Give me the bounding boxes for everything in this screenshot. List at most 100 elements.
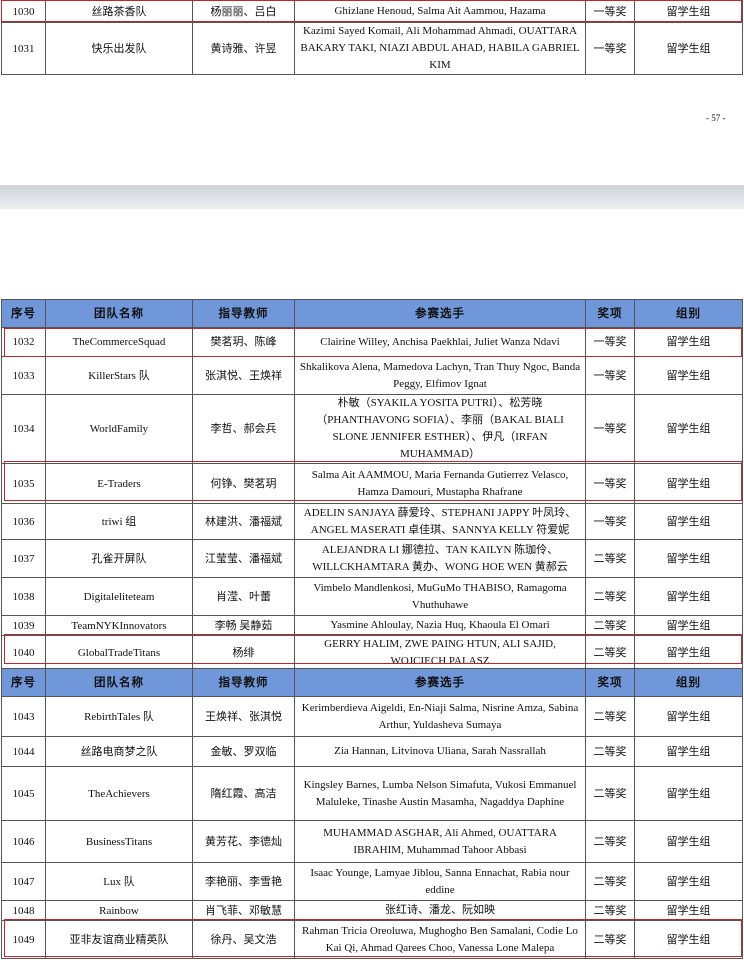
cell-award: 二等奖 — [585, 820, 635, 863]
cell-no: 1031 — [1, 22, 46, 75]
cell-award: 一等奖 — [585, 356, 635, 395]
table-row: 1049 亚非友谊商业精英队 徐丹、吴文浩 Rahman Tricia Oreo… — [1, 920, 743, 959]
cell-team: 快乐出发队 — [45, 22, 193, 75]
cell-group: 留学生组 — [634, 615, 743, 636]
cell-group: 留学生组 — [634, 696, 743, 737]
cell-award: 二等奖 — [585, 635, 635, 671]
cell-group: 留学生组 — [634, 736, 743, 767]
cell-no: 1047 — [1, 862, 46, 901]
cell-team: Lux 队 — [45, 862, 193, 901]
cell-group: 留学生组 — [634, 900, 743, 921]
cell-team: TheAchievers — [45, 766, 193, 821]
cell-group: 留学生组 — [634, 635, 743, 671]
cell-advisor: 樊茗玥、陈峰 — [192, 327, 295, 357]
cell-no: 1034 — [1, 394, 46, 464]
header-members: 参赛选手 — [294, 668, 586, 697]
cell-no: 1033 — [1, 356, 46, 395]
cell-no: 1040 — [1, 635, 46, 671]
cell-no: 1044 — [1, 736, 46, 767]
cell-group: 留学生组 — [634, 920, 743, 959]
table-header-row: 序号 团队名称 指导教师 参赛选手 奖项 组别 — [1, 299, 743, 328]
cell-advisor: 李艳丽、李雪艳 — [192, 862, 295, 901]
table-row: 1035 E-Traders 何铮、樊茗玥 Salma Ait AAMMOU, … — [1, 463, 743, 504]
table-row: 1031 快乐出发队 黄诗雅、许昱 Kazimi Sayed Komail, A… — [1, 22, 743, 75]
cell-members: MUHAMMAD ASGHAR, Ali Ahmed, OUATTARA IBR… — [294, 820, 586, 863]
header-group: 组别 — [634, 668, 743, 697]
header-team: 团队名称 — [45, 299, 193, 328]
header-members: 参赛选手 — [294, 299, 586, 328]
table-row: 1036 triwi 组 林建洪、潘福斌 ADELIN SANJAYA 薛爱玲、… — [1, 503, 743, 540]
table-row: 1037 孔雀开屏队 江莹莹、潘福斌 ALEJANDRA LI 娜德拉、TAN … — [1, 539, 743, 578]
cell-group: 留学生组 — [634, 539, 743, 578]
cell-no: 1045 — [1, 766, 46, 821]
header-team: 团队名称 — [45, 668, 193, 697]
cell-award: 一等奖 — [585, 327, 635, 357]
cell-team: 丝路电商梦之队 — [45, 736, 193, 767]
cell-advisor: 江莹莹、潘福斌 — [192, 539, 295, 578]
cell-award: 一等奖 — [585, 394, 635, 464]
cell-members: 朴敏（SYAKILA YOSITA PUTRI）、松芳晓（PHANTHAVONG… — [294, 394, 586, 464]
table-header-row: 序号 团队名称 指导教师 参赛选手 奖项 组别 — [1, 668, 743, 697]
cell-members: Isaac Younge, Lamyae Jiblou, Sanna Ennac… — [294, 862, 586, 901]
header-advisor: 指导教师 — [192, 299, 295, 328]
cell-members: Vimbelo Mandlenkosi, MuGuMo THABISO, Ram… — [294, 577, 586, 616]
table-row: 1045 TheAchievers 隋红霞、高洁 Kingsley Barnes… — [1, 766, 743, 821]
cell-team: Digitaleliteteam — [45, 577, 193, 616]
cell-advisor: 肖滢、叶蕾 — [192, 577, 295, 616]
cell-no: 1039 — [1, 615, 46, 636]
awards-table-bottom: 序号 团队名称 指导教师 参赛选手 奖项 组别 1043 RebirthTale… — [1, 668, 743, 959]
cell-award: 二等奖 — [585, 577, 635, 616]
page-gap — [0, 185, 744, 209]
cell-no: 1030 — [1, 0, 46, 23]
header-group: 组别 — [634, 299, 743, 328]
cell-members: Clairine Willey, Anchisa Paekhlai, Julie… — [294, 327, 586, 357]
cell-advisor: 李畅 吴静茹 — [192, 615, 295, 636]
cell-advisor: 林建洪、潘福斌 — [192, 503, 295, 540]
cell-team: TheCommerceSquad — [45, 327, 193, 357]
cell-award: 二等奖 — [585, 766, 635, 821]
cell-no: 1037 — [1, 539, 46, 578]
cell-members: Zia Hannan, Litvinova Uliana, Sarah Nass… — [294, 736, 586, 767]
header-award: 奖项 — [585, 299, 635, 328]
header-advisor: 指导教师 — [192, 668, 295, 697]
cell-team: 丝路茶香队 — [45, 0, 193, 23]
cell-group: 留学生组 — [634, 862, 743, 901]
cell-group: 留学生组 — [634, 577, 743, 616]
table-row: 1046 BusinessTitans 黄芳花、李德灿 MUHAMMAD ASG… — [1, 820, 743, 863]
cell-award: 二等奖 — [585, 862, 635, 901]
cell-advisor: 何铮、樊茗玥 — [192, 463, 295, 504]
cell-team: 孔雀开屏队 — [45, 539, 193, 578]
cell-group: 留学生组 — [634, 327, 743, 357]
cell-no: 1036 — [1, 503, 46, 540]
header-no: 序号 — [1, 668, 46, 697]
awards-table-middle: 序号 团队名称 指导教师 参赛选手 奖项 组别 1032 TheCommerce… — [1, 299, 743, 671]
cell-award: 二等奖 — [585, 615, 635, 636]
cell-members: Kerimberdieva Aigeldi, En-Niaji Salma, N… — [294, 696, 586, 737]
cell-award: 二等奖 — [585, 920, 635, 959]
table-row: 1044 丝路电商梦之队 金敏、罗双临 Zia Hannan, Litvinov… — [1, 736, 743, 767]
cell-group: 留学生组 — [634, 356, 743, 395]
cell-no: 1032 — [1, 327, 46, 357]
cell-team: KillerStars 队 — [45, 356, 193, 395]
cell-team: RebirthTales 队 — [45, 696, 193, 737]
cell-members: ALEJANDRA LI 娜德拉、TAN KAILYN 陈珈伶、WILLCKHA… — [294, 539, 586, 578]
cell-advisor: 张淇悦、王焕祥 — [192, 356, 295, 395]
cell-members: Kingsley Barnes, Lumba Nelson Simafuta, … — [294, 766, 586, 821]
cell-members: Shkalikova Alena, Mamedova Lachyn, Tran … — [294, 356, 586, 395]
cell-advisor: 杨绯 — [192, 635, 295, 671]
cell-group: 留学生组 — [634, 0, 743, 23]
cell-award: 一等奖 — [585, 463, 635, 504]
cell-no: 1043 — [1, 696, 46, 737]
cell-award: 一等奖 — [585, 503, 635, 540]
header-award: 奖项 — [585, 668, 635, 697]
cell-advisor: 王焕祥、张淇悦 — [192, 696, 295, 737]
cell-team: E-Traders — [45, 463, 193, 504]
table-row: 1034 WorldFamily 李哲、郝会兵 朴敏（SYAKILA YOSIT… — [1, 394, 743, 464]
cell-advisor: 肖飞菲、邓敏慧 — [192, 900, 295, 921]
cell-group: 留学生组 — [634, 22, 743, 75]
cell-no: 1046 — [1, 820, 46, 863]
cell-award: 一等奖 — [585, 22, 635, 75]
cell-team: GlobalTradeTitans — [45, 635, 193, 671]
cell-no: 1035 — [1, 463, 46, 504]
cell-team: TeamNYKInnovators — [45, 615, 193, 636]
